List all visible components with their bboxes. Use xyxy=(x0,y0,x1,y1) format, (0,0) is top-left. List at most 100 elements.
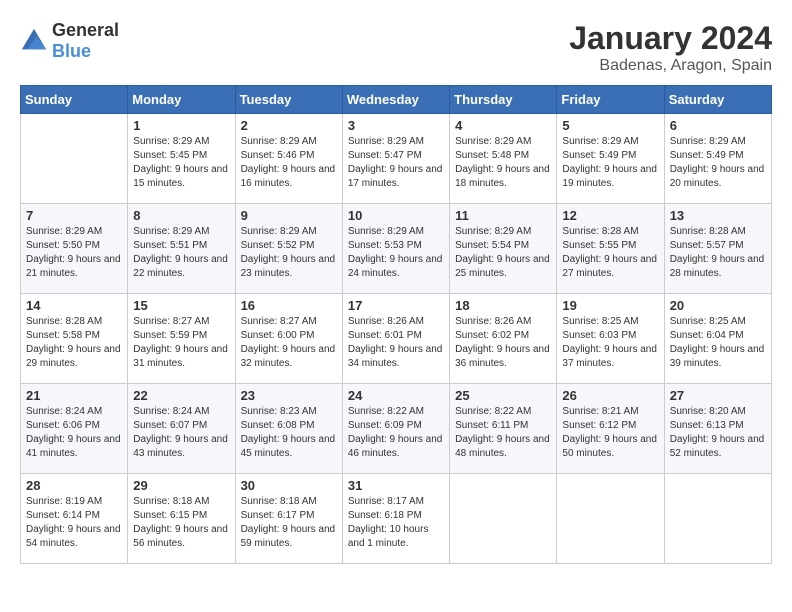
month-title: January 2024 xyxy=(569,20,772,57)
day-info: Sunrise: 8:29 AMSunset: 5:49 PMDaylight:… xyxy=(562,136,657,189)
day-info: Sunrise: 8:28 AMSunset: 5:55 PMDaylight:… xyxy=(562,226,657,279)
day-cell: 31 Sunrise: 8:17 AMSunset: 6:18 PMDaylig… xyxy=(342,474,449,564)
day-number: 31 xyxy=(348,478,444,493)
day-cell: 2 Sunrise: 8:29 AMSunset: 5:46 PMDayligh… xyxy=(235,114,342,204)
day-cell: 23 Sunrise: 8:23 AMSunset: 6:08 PMDaylig… xyxy=(235,384,342,474)
day-info: Sunrise: 8:29 AMSunset: 5:48 PMDaylight:… xyxy=(455,136,550,189)
day-number: 19 xyxy=(562,298,658,313)
col-header-monday: Monday xyxy=(128,86,235,114)
day-info: Sunrise: 8:23 AMSunset: 6:08 PMDaylight:… xyxy=(241,406,336,459)
day-cell: 6 Sunrise: 8:29 AMSunset: 5:49 PMDayligh… xyxy=(664,114,771,204)
day-number: 26 xyxy=(562,388,658,403)
day-number: 6 xyxy=(670,118,766,133)
day-cell: 30 Sunrise: 8:18 AMSunset: 6:17 PMDaylig… xyxy=(235,474,342,564)
day-cell: 18 Sunrise: 8:26 AMSunset: 6:02 PMDaylig… xyxy=(450,294,557,384)
day-number: 7 xyxy=(26,208,122,223)
day-number: 1 xyxy=(133,118,229,133)
day-number: 29 xyxy=(133,478,229,493)
day-number: 21 xyxy=(26,388,122,403)
day-number: 27 xyxy=(670,388,766,403)
day-cell: 27 Sunrise: 8:20 AMSunset: 6:13 PMDaylig… xyxy=(664,384,771,474)
day-info: Sunrise: 8:17 AMSunset: 6:18 PMDaylight:… xyxy=(348,496,429,549)
day-info: Sunrise: 8:29 AMSunset: 5:46 PMDaylight:… xyxy=(241,136,336,189)
day-info: Sunrise: 8:22 AMSunset: 6:11 PMDaylight:… xyxy=(455,406,550,459)
location-title: Badenas, Aragon, Spain xyxy=(569,57,772,75)
col-header-sunday: Sunday xyxy=(21,86,128,114)
title-area: January 2024 Badenas, Aragon, Spain xyxy=(569,20,772,75)
day-cell: 4 Sunrise: 8:29 AMSunset: 5:48 PMDayligh… xyxy=(450,114,557,204)
day-cell: 11 Sunrise: 8:29 AMSunset: 5:54 PMDaylig… xyxy=(450,204,557,294)
day-number: 18 xyxy=(455,298,551,313)
col-header-thursday: Thursday xyxy=(450,86,557,114)
day-number: 2 xyxy=(241,118,337,133)
day-number: 15 xyxy=(133,298,229,313)
day-cell: 17 Sunrise: 8:26 AMSunset: 6:01 PMDaylig… xyxy=(342,294,449,384)
logo-icon xyxy=(20,27,48,55)
day-cell: 22 Sunrise: 8:24 AMSunset: 6:07 PMDaylig… xyxy=(128,384,235,474)
day-number: 20 xyxy=(670,298,766,313)
day-info: Sunrise: 8:20 AMSunset: 6:13 PMDaylight:… xyxy=(670,406,765,459)
col-header-friday: Friday xyxy=(557,86,664,114)
day-number: 16 xyxy=(241,298,337,313)
day-info: Sunrise: 8:28 AMSunset: 5:57 PMDaylight:… xyxy=(670,226,765,279)
day-info: Sunrise: 8:26 AMSunset: 6:02 PMDaylight:… xyxy=(455,316,550,369)
day-number: 5 xyxy=(562,118,658,133)
day-cell: 1 Sunrise: 8:29 AMSunset: 5:45 PMDayligh… xyxy=(128,114,235,204)
day-info: Sunrise: 8:21 AMSunset: 6:12 PMDaylight:… xyxy=(562,406,657,459)
logo-text: General Blue xyxy=(52,20,119,62)
day-cell xyxy=(450,474,557,564)
day-number: 13 xyxy=(670,208,766,223)
week-row-4: 21 Sunrise: 8:24 AMSunset: 6:06 PMDaylig… xyxy=(21,384,772,474)
day-info: Sunrise: 8:24 AMSunset: 6:07 PMDaylight:… xyxy=(133,406,228,459)
day-info: Sunrise: 8:26 AMSunset: 6:01 PMDaylight:… xyxy=(348,316,443,369)
day-info: Sunrise: 8:29 AMSunset: 5:51 PMDaylight:… xyxy=(133,226,228,279)
day-info: Sunrise: 8:27 AMSunset: 5:59 PMDaylight:… xyxy=(133,316,228,369)
day-cell: 14 Sunrise: 8:28 AMSunset: 5:58 PMDaylig… xyxy=(21,294,128,384)
day-number: 11 xyxy=(455,208,551,223)
day-info: Sunrise: 8:29 AMSunset: 5:52 PMDaylight:… xyxy=(241,226,336,279)
day-number: 8 xyxy=(133,208,229,223)
week-row-2: 7 Sunrise: 8:29 AMSunset: 5:50 PMDayligh… xyxy=(21,204,772,294)
day-cell: 25 Sunrise: 8:22 AMSunset: 6:11 PMDaylig… xyxy=(450,384,557,474)
logo-general: General xyxy=(52,20,119,40)
day-info: Sunrise: 8:27 AMSunset: 6:00 PMDaylight:… xyxy=(241,316,336,369)
day-number: 24 xyxy=(348,388,444,403)
day-cell: 28 Sunrise: 8:19 AMSunset: 6:14 PMDaylig… xyxy=(21,474,128,564)
day-cell: 5 Sunrise: 8:29 AMSunset: 5:49 PMDayligh… xyxy=(557,114,664,204)
day-number: 9 xyxy=(241,208,337,223)
day-info: Sunrise: 8:29 AMSunset: 5:49 PMDaylight:… xyxy=(670,136,765,189)
day-cell: 29 Sunrise: 8:18 AMSunset: 6:15 PMDaylig… xyxy=(128,474,235,564)
day-number: 22 xyxy=(133,388,229,403)
day-info: Sunrise: 8:19 AMSunset: 6:14 PMDaylight:… xyxy=(26,496,121,549)
day-info: Sunrise: 8:24 AMSunset: 6:06 PMDaylight:… xyxy=(26,406,121,459)
day-cell: 12 Sunrise: 8:28 AMSunset: 5:55 PMDaylig… xyxy=(557,204,664,294)
day-number: 28 xyxy=(26,478,122,493)
day-cell: 24 Sunrise: 8:22 AMSunset: 6:09 PMDaylig… xyxy=(342,384,449,474)
day-info: Sunrise: 8:18 AMSunset: 6:17 PMDaylight:… xyxy=(241,496,336,549)
day-number: 12 xyxy=(562,208,658,223)
day-number: 30 xyxy=(241,478,337,493)
day-info: Sunrise: 8:29 AMSunset: 5:53 PMDaylight:… xyxy=(348,226,443,279)
day-cell: 3 Sunrise: 8:29 AMSunset: 5:47 PMDayligh… xyxy=(342,114,449,204)
calendar-table: SundayMondayTuesdayWednesdayThursdayFrid… xyxy=(20,85,772,564)
header: General Blue January 2024 Badenas, Arago… xyxy=(20,20,772,75)
day-cell: 10 Sunrise: 8:29 AMSunset: 5:53 PMDaylig… xyxy=(342,204,449,294)
logo: General Blue xyxy=(20,20,119,62)
day-cell: 19 Sunrise: 8:25 AMSunset: 6:03 PMDaylig… xyxy=(557,294,664,384)
day-cell: 20 Sunrise: 8:25 AMSunset: 6:04 PMDaylig… xyxy=(664,294,771,384)
day-cell xyxy=(21,114,128,204)
day-number: 17 xyxy=(348,298,444,313)
day-info: Sunrise: 8:29 AMSunset: 5:45 PMDaylight:… xyxy=(133,136,228,189)
day-number: 10 xyxy=(348,208,444,223)
day-info: Sunrise: 8:29 AMSunset: 5:54 PMDaylight:… xyxy=(455,226,550,279)
day-cell: 15 Sunrise: 8:27 AMSunset: 5:59 PMDaylig… xyxy=(128,294,235,384)
day-info: Sunrise: 8:22 AMSunset: 6:09 PMDaylight:… xyxy=(348,406,443,459)
logo-blue: Blue xyxy=(52,41,91,61)
day-cell: 7 Sunrise: 8:29 AMSunset: 5:50 PMDayligh… xyxy=(21,204,128,294)
day-info: Sunrise: 8:28 AMSunset: 5:58 PMDaylight:… xyxy=(26,316,121,369)
col-header-wednesday: Wednesday xyxy=(342,86,449,114)
day-cell: 16 Sunrise: 8:27 AMSunset: 6:00 PMDaylig… xyxy=(235,294,342,384)
day-cell: 9 Sunrise: 8:29 AMSunset: 5:52 PMDayligh… xyxy=(235,204,342,294)
day-number: 23 xyxy=(241,388,337,403)
week-row-5: 28 Sunrise: 8:19 AMSunset: 6:14 PMDaylig… xyxy=(21,474,772,564)
